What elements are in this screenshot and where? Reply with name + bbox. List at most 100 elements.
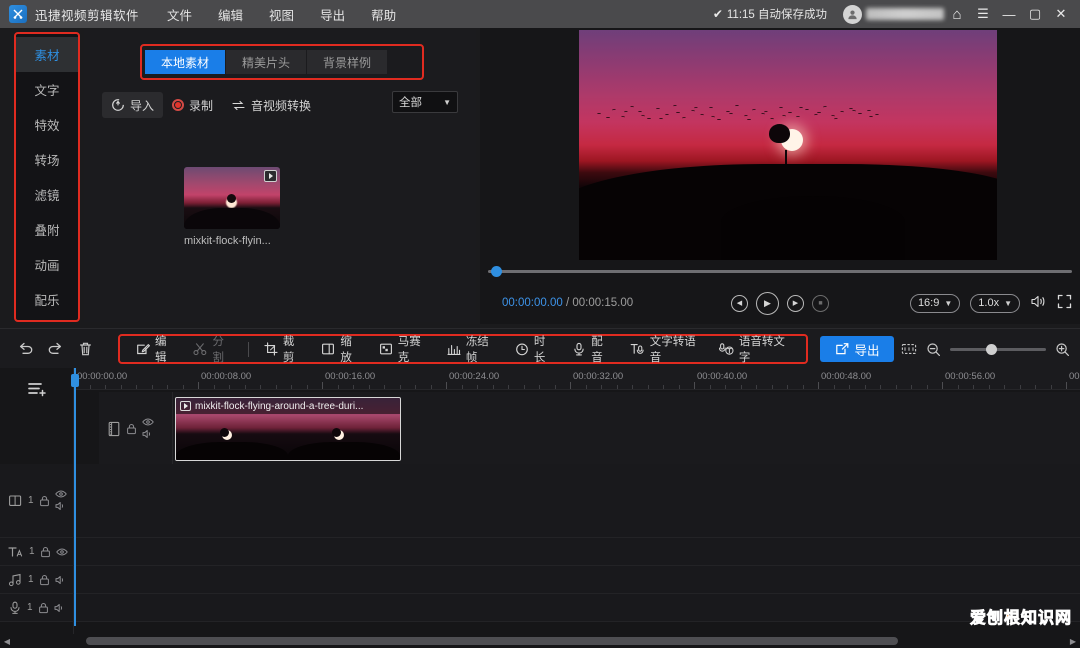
track-mute-icon[interactable] — [55, 575, 67, 585]
menu-view[interactable]: 视图 — [269, 5, 294, 24]
timeline-clip[interactable]: mixkit-flock-flying-around-a-tree-duri..… — [175, 397, 401, 461]
timeline-ruler[interactable]: 00:00:00.00 00:00:08.00 00:00:16.00 00:00:2… — [74, 368, 1080, 390]
delete-button[interactable] — [70, 334, 100, 364]
speed-select[interactable]: 1.0x ▼ — [970, 293, 1020, 313]
menu-edit[interactable]: 编辑 — [218, 5, 243, 24]
import-button[interactable]: 导入 — [102, 92, 164, 118]
next-frame-button[interactable]: ▶ — [787, 294, 804, 312]
material-item[interactable]: mixkit-flock-flyin... — [184, 167, 282, 247]
zoom-slider[interactable] — [950, 343, 1046, 355]
ruler-tick-minor — [864, 385, 866, 389]
preview-seek-bar[interactable] — [488, 265, 1072, 277]
track-lock-icon[interactable] — [126, 423, 137, 435]
tab-intro-templates[interactable]: 精美片头 — [226, 50, 307, 74]
hamburger-menu-icon[interactable]: ☰ — [970, 0, 996, 28]
sidebar-item-animation[interactable]: 动画 — [16, 247, 78, 282]
sidebar-item-text[interactable]: 文字 — [16, 72, 78, 107]
tab-background-samples[interactable]: 背景样例 — [307, 50, 388, 74]
ruler-tick-minor — [477, 385, 478, 389]
scroll-right-icon[interactable]: ▶ — [1066, 634, 1080, 648]
track-lock-icon[interactable] — [39, 495, 50, 507]
timeline-horizontal-scrollbar[interactable]: ◀ ▶ — [0, 634, 1080, 648]
track-voice[interactable]: 1 — [0, 594, 1080, 622]
bird — [664, 113, 669, 116]
av-convert-button[interactable]: 音视频转换 — [222, 92, 320, 118]
track-visibility-icon[interactable] — [54, 490, 67, 498]
volume-icon[interactable] — [1030, 294, 1047, 313]
mic-icon — [8, 601, 22, 615]
zoom-slider-handle[interactable] — [986, 343, 997, 355]
track-text[interactable]: 1 — [0, 538, 1080, 566]
menu-export[interactable]: 导出 — [320, 5, 345, 24]
playhead[interactable] — [71, 368, 79, 626]
material-tabs: 本地素材 精美片头 背景样例 — [140, 44, 424, 80]
menu-help[interactable]: 帮助 — [371, 5, 396, 24]
home-icon[interactable]: ⌂ — [944, 0, 970, 28]
prev-frame-button[interactable]: ◀ — [731, 294, 748, 312]
scrollbar-track[interactable] — [14, 637, 1066, 645]
track-mute-icon[interactable] — [54, 603, 66, 613]
undo-button[interactable] — [10, 334, 40, 364]
tool-duration[interactable]: 时长 — [507, 336, 562, 364]
close-icon[interactable]: ✕ — [1048, 0, 1074, 28]
material-filter-select[interactable]: 全部 ▼ — [392, 91, 458, 113]
track-mute-icon[interactable] — [142, 429, 154, 439]
preview-seek-handle[interactable] — [491, 265, 502, 277]
sidebar-item-overlay[interactable]: 叠附 — [16, 212, 78, 247]
material-thumbnail[interactable] — [184, 167, 280, 229]
tool-dubbing[interactable]: 配音 — [564, 336, 619, 364]
play-button[interactable]: ▶ — [756, 291, 779, 315]
tool-freeze-frame[interactable]: 冻结帧 — [439, 336, 505, 364]
tool-mosaic[interactable]: 马赛克 — [371, 336, 437, 364]
stop-button[interactable]: ■ — [812, 294, 829, 312]
video-badge-icon — [180, 401, 191, 411]
tool-text-to-speech[interactable]: 文字转语音 — [622, 336, 709, 364]
left-sidebar: 素材 文字 特效 转场 滤镜 叠附 动画 配乐 — [14, 32, 80, 322]
sidebar-item-music[interactable]: 配乐 — [16, 282, 78, 317]
split-icon — [193, 342, 207, 357]
track-lock-icon[interactable] — [38, 602, 49, 614]
sidebar-item-material[interactable]: 素材 — [16, 37, 78, 72]
video-badge-icon — [264, 170, 277, 182]
export-button[interactable]: 导出 — [820, 336, 894, 362]
scroll-left-icon[interactable]: ◀ — [0, 634, 14, 648]
record-button[interactable]: 录制 — [163, 92, 222, 118]
ruler-tick-minor — [849, 385, 850, 389]
track-visibility-icon[interactable] — [55, 547, 68, 556]
sidebar-item-transition[interactable]: 转场 — [16, 142, 78, 177]
track-lock-icon[interactable] — [40, 546, 51, 558]
zoom-in-icon[interactable] — [1055, 342, 1070, 357]
redo-button[interactable] — [40, 334, 70, 364]
tool-split[interactable]: 分割 — [185, 336, 240, 364]
track-music[interactable]: 1 — [0, 566, 1080, 594]
tool-speech-to-text[interactable]: 语音转文字 — [711, 336, 798, 364]
aspect-ratio-select[interactable]: 16:9 ▼ — [909, 293, 961, 313]
bird — [647, 118, 652, 121]
track-pip[interactable]: 1 — [0, 464, 1080, 538]
tool-crop-label: 裁剪 — [282, 336, 295, 364]
user-account[interactable] — [843, 4, 944, 24]
playhead-grip[interactable] — [71, 374, 79, 387]
track-header-voice: 1 — [0, 594, 74, 621]
preview-video[interactable] — [579, 30, 997, 260]
scrollbar-thumb[interactable] — [86, 637, 898, 645]
tool-scale[interactable]: 缩放 — [313, 336, 368, 364]
maximize-icon[interactable]: ▢ — [1022, 0, 1048, 28]
fit-to-window-icon[interactable] — [901, 342, 917, 356]
ruler-label: 00:00:48.00 — [821, 371, 872, 382]
zoom-out-icon[interactable] — [926, 342, 941, 357]
track-lock-icon[interactable] — [39, 574, 50, 586]
sidebar-item-effects[interactable]: 特效 — [16, 107, 78, 142]
track-mute-icon[interactable] — [55, 501, 67, 511]
avatar[interactable] — [843, 4, 862, 24]
minimize-icon[interactable]: — — [996, 0, 1022, 28]
menu-file[interactable]: 文件 — [167, 5, 192, 24]
tool-crop[interactable]: 裁剪 — [256, 336, 311, 364]
tab-local-material[interactable]: 本地素材 — [145, 50, 226, 74]
track-visibility-icon[interactable] — [142, 418, 154, 426]
sidebar-item-filter[interactable]: 滤镜 — [16, 177, 78, 212]
ruler-tick-minor — [1004, 385, 1005, 389]
tool-edit[interactable]: 编辑 — [128, 336, 183, 364]
fullscreen-icon[interactable] — [1057, 294, 1072, 313]
track-video[interactable]: mixkit-flock-flying-around-a-tree-duri..… — [99, 392, 1080, 466]
